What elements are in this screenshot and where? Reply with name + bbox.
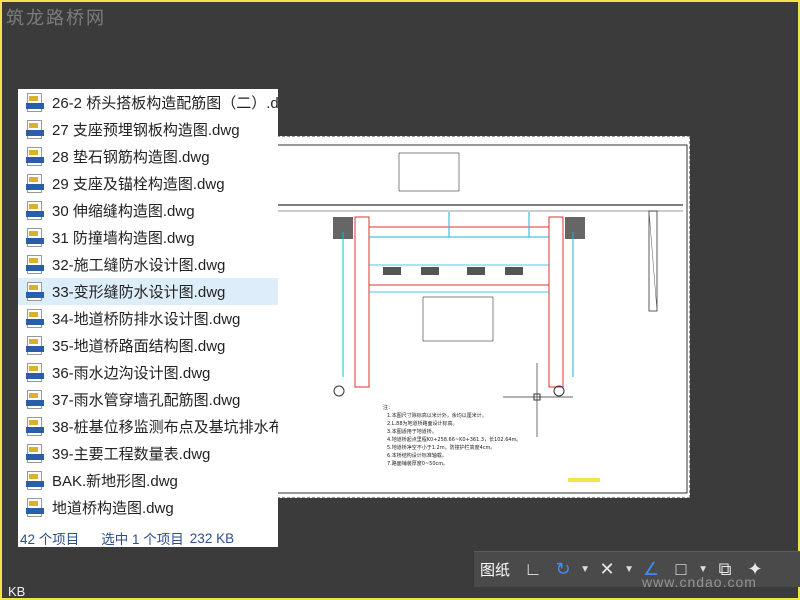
file-name: 34-地道桥防排水设计图.dwg [52,311,241,328]
file-list-item[interactable]: 39-主要工程数量表.dwg [18,440,278,467]
dwg-file-icon [26,173,44,194]
file-list-item[interactable]: 26-2 桥头搭板构造配筋图（二）.dwg [18,89,278,116]
dwg-file-icon [26,470,44,491]
dwg-file-icon [26,146,44,167]
file-list-item[interactable]: 38-桩基位移监测布点及基坑排水布置图.dwg [18,413,278,440]
drawing-note: 5.地道桥净空不小于1.2m，防撞护栏高度4cm。 [387,444,495,451]
drawing-note: 1.本图尺寸除标高以米计外，余均以厘米计。 [387,412,487,419]
dwg-file-icon [26,200,44,221]
dwg-file-icon [26,119,44,140]
file-list-item[interactable]: 30 伸缩缝构造图.dwg [18,197,278,224]
file-list-item[interactable]: 27 支座预埋钢板构造图.dwg [18,116,278,143]
dwg-file-icon [26,92,44,113]
cad-drawing-sheet[interactable]: 注： 1.本图尺寸除标高以米计外，余均以厘米计。 2.L.88为地道桥路面设计标… [272,136,690,498]
chevron-down-icon[interactable]: ▼ [578,564,592,575]
file-list-item[interactable]: 36-雨水边沟设计图.dwg [18,359,278,386]
drawing-note: 2.L.88为地道桥路面设计标高。 [387,420,458,427]
file-list-item[interactable]: 29 支座及锚栓构造图.dwg [18,170,278,197]
watermark-bottom: www.cndao.com [642,574,757,590]
selection-size: 232 KB [189,530,235,546]
file-name: 31 防撞墙构造图.dwg [52,230,195,247]
dwg-file-icon [26,335,44,356]
file-list-item[interactable]: 地道桥构造图.dwg [18,494,278,521]
file-name: 27 支座预埋钢板构造图.dwg [52,122,240,139]
drawing-note: 6.本桥结构设计标准轴载。 [387,452,447,459]
drawing-note: 4.地道桥起点里程K0+258.66~K0+361.3，长102.64m。 [387,436,521,443]
dwg-file-icon [26,227,44,248]
selection-count: 选中 1 个项目 [101,532,184,547]
app-window: 筑龙路桥网 注： 1.本图尺寸除标高以米计外，余均以厘米计。 2.L.88为地道… [0,0,800,600]
file-list-item[interactable]: 34-地道桥防排水设计图.dwg [18,305,278,332]
file-list-item[interactable]: 33-变形缝防水设计图.dwg [18,278,278,305]
file-name: 35-地道桥路面结构图.dwg [52,338,226,355]
file-list-item[interactable]: 35-地道桥路面结构图.dwg [18,332,278,359]
file-name: 37-雨水管穿墙孔配筋图.dwg [52,392,241,409]
left-bottom-text: KB [8,584,26,599]
snap-icon[interactable]: ∟ [518,555,548,585]
file-list-item[interactable]: 31 防撞墙构造图.dwg [18,224,278,251]
file-list-item[interactable]: BAK.新地形图.dwg [18,467,278,494]
file-name: 26-2 桥头搭板构造配筋图（二）.dwg [52,95,278,112]
dwg-file-icon [26,308,44,329]
file-list-panel: 26-2 桥头搭板构造配筋图（二）.dwg 27 支座预埋钢板构造图.dwg 28 … [18,89,278,545]
drawing-note: 3.本图适用于地道桥。 [387,428,437,435]
file-name: 36-雨水边沟设计图.dwg [52,365,211,382]
file-name: 29 支座及锚栓构造图.dwg [52,176,225,193]
highlight-strip [568,478,600,482]
file-name: 33-变形缝防水设计图.dwg [52,284,226,301]
file-name: 地道桥构造图.dwg [52,500,174,517]
dwg-file-icon [26,389,44,410]
dwg-file-icon [26,497,44,518]
file-name: BAK.新地形图.dwg [52,473,178,490]
drawing-note: 注： [383,404,393,411]
file-name: 28 垫石钢筋构造图.dwg [52,149,210,166]
dwg-file-icon [26,443,44,464]
item-count: 42 个项目 [20,532,80,547]
polar-icon[interactable]: ↻ [548,555,578,585]
dwg-file-icon [26,362,44,383]
model-paper-toggle[interactable]: 图纸 [480,559,510,580]
status-bar: 42 个项目 选中 1 个项目 232 KB [18,529,278,547]
file-name: 39-主要工程数量表.dwg [52,446,211,463]
file-name: 32-施工缝防水设计图.dwg [52,257,226,274]
dwg-file-icon [26,416,44,437]
file-list-item[interactable]: 37-雨水管穿墙孔配筋图.dwg [18,386,278,413]
file-name: 38-桩基位移监测布点及基坑排水布置图.dwg [52,419,278,436]
file-list-item[interactable]: 28 垫石钢筋构造图.dwg [18,143,278,170]
file-name: 30 伸缩缝构造图.dwg [52,203,195,220]
cad-drawing: 注： 1.本图尺寸除标高以米计外，余均以厘米计。 2.L.88为地道桥路面设计标… [276,144,688,494]
watermark-top: 筑龙路桥网 [6,8,106,29]
drawing-note: 7.路面铺装厚度0~50cm。 [387,460,448,467]
file-list-item[interactable]: 32-施工缝防水设计图.dwg [18,251,278,278]
dwg-file-icon [26,281,44,302]
drawing-notes: 注： 1.本图尺寸除标高以米计外，余均以厘米计。 2.L.88为地道桥路面设计标… [383,404,521,467]
chevron-down-icon[interactable]: ▼ [622,564,636,575]
dwg-file-icon [26,254,44,275]
osnap-icon[interactable]: ✕ [592,555,622,585]
